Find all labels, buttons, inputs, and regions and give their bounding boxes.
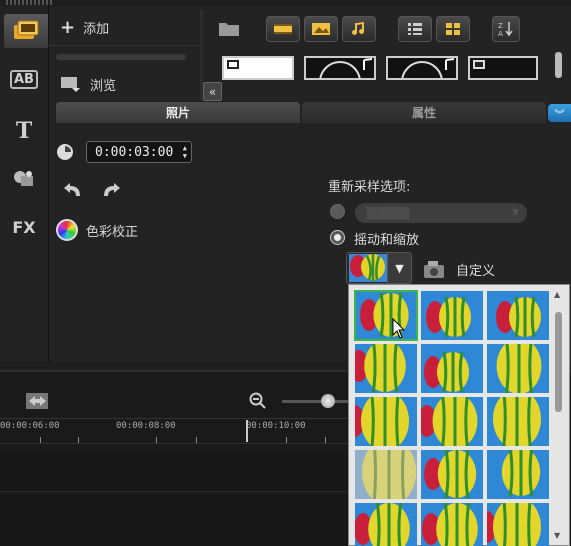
transition-label: AB [10,69,38,89]
rotate-right-icon[interactable] [100,182,124,200]
clock-icon [57,144,73,160]
preset-thumbnail[interactable] [355,450,417,499]
title-icon[interactable]: T [4,114,44,148]
library-scrollbar[interactable] [555,52,562,78]
folder-icon[interactable] [214,16,244,42]
color-correction-label: 色彩校正 [86,224,139,240]
filter-label: FX [12,217,36,237]
preset-thumbnail[interactable] [421,344,483,393]
browse-icon [61,77,80,92]
resample-select-value: ▒▒▒▒▒ [367,206,410,220]
resample-radio [330,204,345,219]
thumbnail-view-icon[interactable] [436,16,470,42]
preset-dropdown[interactable]: ▼ [346,252,412,284]
plus-icon: + [60,17,76,38]
zoom-slider[interactable] [282,400,352,403]
chevron-down-icon[interactable]: ︾ [548,104,571,122]
svg-text:Z: Z [498,22,503,30]
pan-zoom-preset-popup [348,284,570,546]
duration-value: 0:00:03:00 [95,144,174,160]
library-slider[interactable] [56,54,186,60]
pan-zoom-label: 摇动和缩放 [354,233,420,248]
timeline-ruler[interactable]: 00:00:06:00 00:00:08:00 00:00:10:00 [0,418,350,444]
preset-thumbnail[interactable] [355,344,417,393]
left-toolbar: AB T FX [0,6,48,362]
show-audio-icon[interactable] [342,16,376,42]
scroll-thumb[interactable] [555,312,562,412]
playhead[interactable] [246,420,248,442]
ruler-tick-label: 00:00:08:00 [116,421,176,431]
preset-thumbnail[interactable] [355,503,417,546]
library-thumb[interactable] [468,56,538,80]
resample-select: ▒▒▒▒▒ ▼ [355,203,527,223]
color-wheel-icon [56,219,78,241]
pan-zoom-radio[interactable] [330,230,345,245]
timeline-track[interactable] [0,452,350,492]
custom-label[interactable]: 自定义 [456,260,495,279]
library-thumb[interactable] [304,56,376,103]
timeline-track[interactable] [0,494,350,546]
zoom-slider-knob[interactable] [321,394,335,408]
preset-thumbnail[interactable] [421,503,483,546]
library-thumb[interactable] [222,56,294,80]
show-video-icon[interactable] [266,16,300,42]
scroll-up-icon[interactable]: ▲ [554,290,560,299]
collapse-icon[interactable]: « [203,82,222,101]
graphic-icon[interactable] [4,162,44,196]
transition-icon[interactable]: AB [4,62,44,96]
sort-icon[interactable]: ZA [492,16,520,42]
grip-dots[interactable] [6,0,54,5]
options-tabs: 照片 属性 [56,102,546,123]
preset-thumbnail[interactable] [355,397,417,446]
preset-thumbnail[interactable] [487,291,549,340]
preset-thumbnail[interactable] [487,397,549,446]
rotate-left-icon[interactable] [60,182,84,200]
preset-thumbnail[interactable] [421,450,483,499]
library-thumbnails [222,56,552,103]
library-thumb[interactable] [386,56,458,103]
preset-thumbnail[interactable] [421,291,483,340]
preset-thumbnail[interactable] [487,503,549,546]
preset-thumbnail[interactable] [487,344,549,393]
track-manager-icon[interactable] [24,390,50,412]
color-correction-button[interactable]: 色彩校正 [56,219,138,241]
media-icon[interactable] [4,14,48,48]
add-button[interactable]: + 添加 [48,10,200,46]
duration-stepper[interactable]: ▲ ▼ [183,144,187,160]
preset-thumbnail[interactable] [421,397,483,446]
resample-label: 重新采样选项: [328,180,411,195]
preset-thumbnail[interactable] [354,290,418,341]
chevron-down-icon: ▼ [512,208,519,218]
library-toolbar: ZA [214,14,520,44]
ruler-tick-label: 00:00:06:00 [0,421,60,431]
scroll-down-icon[interactable]: ▼ [554,531,560,540]
zoom-out-icon[interactable] [249,392,267,410]
chevron-down-icon[interactable]: ▼ [387,253,411,283]
preset-thumbnail[interactable] [487,450,549,499]
add-label: 添加 [83,22,110,37]
show-photo-icon[interactable] [304,16,338,42]
duration-row: 0:00:03:00 ▲ ▼ [56,141,192,163]
tab-photo[interactable]: 照片 [56,102,300,123]
browse-label: 浏览 [90,78,117,94]
list-view-icon[interactable] [398,16,432,42]
svg-text:A: A [498,30,503,38]
preset-grid [354,290,569,546]
filter-icon[interactable]: FX [4,210,44,244]
title-label: T [15,118,33,144]
preset-scrollbar[interactable]: ▲ ▼ [551,290,566,540]
tab-attribute[interactable]: 属性 [302,102,546,123]
duration-input[interactable]: 0:00:03:00 ▲ ▼ [86,141,192,163]
browse-button[interactable]: 浏览 [60,70,116,98]
ruler-tick-label: 00:00:10:00 [246,421,306,431]
mouse-cursor-icon [392,318,406,339]
rotate-row [60,182,124,200]
custom-icon[interactable] [422,258,448,280]
preset-thumbnail [349,254,387,282]
